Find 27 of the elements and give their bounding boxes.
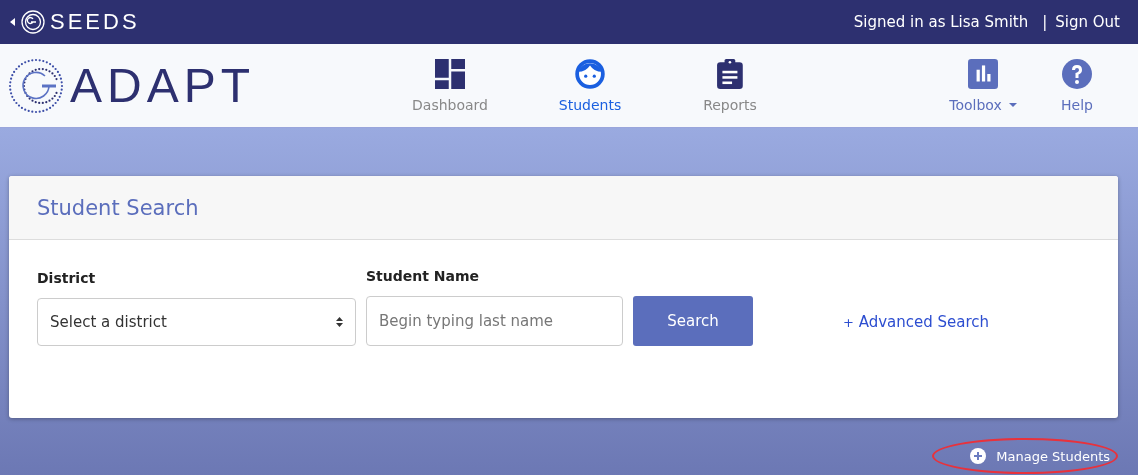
seeds-logo-icon — [21, 10, 45, 34]
back-caret-icon — [9, 15, 16, 29]
nav-link[interactable]: Toolbox — [936, 58, 1030, 113]
brand-name: SEEDS — [50, 9, 140, 35]
nav-tab[interactable]: Dashboard — [380, 58, 520, 113]
advanced-search-link[interactable]: + Advanced Search — [843, 313, 990, 331]
field-label: Student Name — [366, 268, 481, 284]
child-face-icon[interactable] — [575, 58, 605, 89]
nav-tab[interactable]: Reports — [660, 58, 800, 113]
card-title: Student Search — [37, 195, 199, 220]
help-icon — [1062, 58, 1092, 89]
signed-in-text: Signed in as Lisa Smith — [853, 13, 1029, 31]
student-name-field[interactable]: Begin typing last name — [366, 296, 623, 346]
district-select[interactable]: Select a district — [37, 298, 356, 346]
logo-text: ADAPT — [70, 58, 256, 113]
separator: | — [1042, 13, 1048, 31]
dashboard-grid-icon[interactable] — [435, 58, 465, 89]
field-label: District — [37, 270, 97, 286]
clipboard-icon[interactable] — [716, 58, 744, 89]
sort-arrows-icon — [336, 317, 343, 327]
nav-tab[interactable]: Students — [520, 58, 660, 113]
search-button[interactable]: Search — [633, 296, 753, 346]
plus-circle-icon — [970, 448, 987, 464]
bar-chart-icon — [968, 58, 998, 89]
nav-link[interactable]: Help — [1030, 58, 1124, 113]
manage-students-link[interactable]: Manage Students — [932, 438, 1118, 474]
sign-out-link[interactable]: Sign Out — [1055, 13, 1120, 31]
